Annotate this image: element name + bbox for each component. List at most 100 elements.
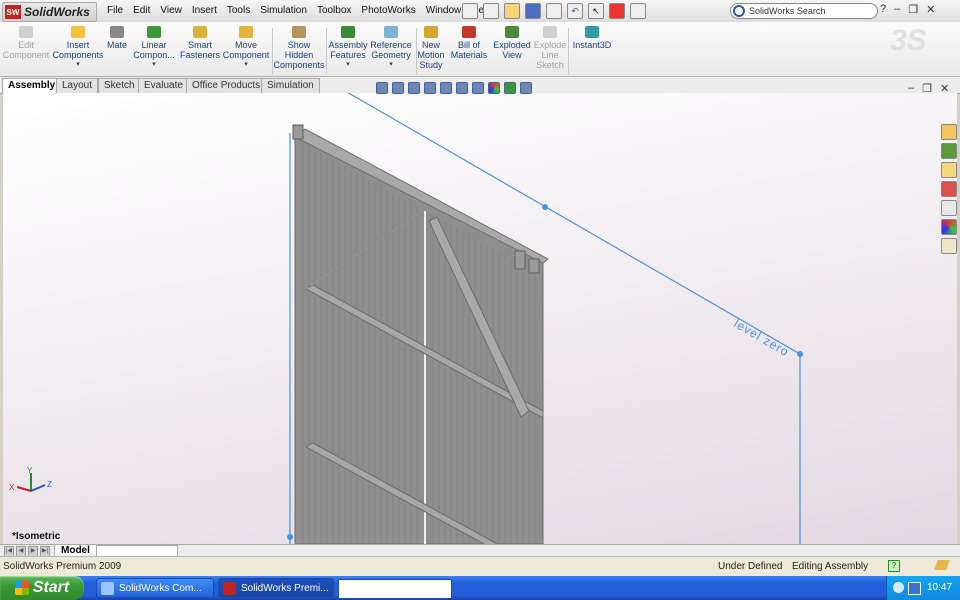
menu-view[interactable]: View (155, 4, 187, 17)
design-library-icon[interactable] (941, 143, 957, 159)
custom-properties-icon[interactable] (941, 238, 957, 254)
search-box[interactable]: SolidWorks Search (730, 3, 878, 19)
display-style-icon[interactable] (456, 82, 468, 94)
assembly-frame[interactable] (292, 124, 549, 544)
section-view-icon[interactable] (424, 82, 436, 94)
solidworks-logo[interactable]: SW SolidWorks (2, 2, 97, 22)
plane-handle[interactable] (797, 351, 803, 357)
tab-office-products[interactable]: Office Products (186, 78, 267, 93)
appearances-icon[interactable] (941, 219, 957, 235)
graphics-area[interactable]: level zero Y X Z *Isometric (3, 93, 957, 544)
assembly-features-icon (341, 26, 355, 38)
scene-icon[interactable] (504, 82, 516, 94)
previous-view-icon[interactable] (408, 82, 420, 94)
zoom-area-icon[interactable] (392, 82, 404, 94)
tab-layout[interactable]: Layout (56, 78, 99, 93)
insert-components-button[interactable]: Insert Components ▾ (52, 26, 104, 70)
save-icon[interactable] (525, 3, 541, 19)
chevron-down-icon: ▾ (346, 61, 350, 68)
instant3d-icon (585, 26, 599, 38)
search-results-icon[interactable] (941, 181, 957, 197)
rebuild-icon[interactable] (609, 3, 625, 19)
view-palette-icon[interactable] (941, 200, 957, 216)
start-button[interactable]: Start (0, 576, 84, 600)
instant3d-button[interactable]: Instant3D (572, 26, 612, 50)
tab-sketch[interactable]: Sketch (98, 78, 141, 93)
mate-button[interactable]: Mate (106, 26, 128, 50)
help-button[interactable]: ? (880, 3, 886, 16)
start-label: Start (32, 579, 70, 596)
chevron-down-icon: ▾ (152, 61, 156, 68)
hide-show-items-icon[interactable] (472, 82, 484, 94)
solidworks-icon (223, 582, 236, 595)
new-document-icon[interactable] (483, 3, 499, 19)
view-settings-icon[interactable] (520, 82, 532, 94)
select-arrow-icon[interactable]: ↖ (588, 3, 604, 19)
bill-of-materials-button[interactable]: Bill of Materials (450, 26, 488, 60)
menu-tools[interactable]: Tools (222, 4, 255, 17)
network-icon[interactable] (908, 582, 921, 595)
ie-icon (101, 582, 114, 595)
appearance-icon[interactable] (488, 82, 500, 94)
menu-edit[interactable]: Edit (128, 4, 155, 17)
viewport-window-controls: – ❐ ✕ (908, 82, 949, 95)
assembly-features-button[interactable]: Assembly Features ▾ (329, 26, 368, 70)
viewport-close-button[interactable]: ✕ (940, 82, 949, 95)
file-explorer-icon[interactable] (941, 162, 957, 178)
pin-icon[interactable] (462, 3, 478, 19)
smart-fasteners-icon (193, 26, 207, 38)
taskbar-item-redacted[interactable] (338, 579, 452, 599)
zoom-to-fit-icon[interactable] (376, 82, 388, 94)
explode-line-sketch-icon (543, 26, 557, 38)
menu-simulation[interactable]: Simulation (255, 4, 312, 17)
chevron-down-icon: ▾ (389, 61, 393, 68)
triad-y-label: Y (27, 466, 33, 475)
menu-toolbox[interactable]: Toolbox (312, 4, 356, 17)
menu-photoworks[interactable]: PhotoWorks (356, 4, 420, 17)
windows-taskbar: Start SolidWorks Com... SolidWorks Premi… (0, 576, 960, 600)
linear-pattern-button[interactable]: Linear Compon... ▾ (132, 26, 176, 70)
undo-icon[interactable]: ↶ (567, 3, 583, 19)
print-icon[interactable] (546, 3, 562, 19)
move-component-button[interactable]: Move Component ▾ (223, 26, 269, 70)
tab-evaluate[interactable]: Evaluate (138, 78, 189, 93)
options-icon[interactable] (630, 3, 646, 19)
taskbar-item-solidworks-premium[interactable]: SolidWorks Premi... (218, 578, 334, 598)
smart-fasteners-button[interactable]: Smart Fasteners (180, 26, 220, 60)
menu-insert[interactable]: Insert (187, 4, 222, 17)
pencil-icon[interactable] (934, 560, 950, 570)
mate-icon (110, 26, 124, 38)
view-orientation-icon[interactable] (440, 82, 452, 94)
home-icon[interactable] (941, 124, 957, 140)
plane-handle[interactable] (542, 204, 548, 210)
explode-line-sketch-button[interactable]: Explode Line Sketch (534, 26, 566, 70)
menu-window[interactable]: Window (421, 4, 467, 17)
view-orientation-label: *Isometric (12, 531, 61, 542)
taskbar-item-solidworks-community[interactable]: SolidWorks Com... (96, 578, 214, 598)
minimize-button[interactable]: – (894, 3, 900, 16)
show-hidden-icon (292, 26, 306, 38)
tab-simulation[interactable]: Simulation (261, 78, 320, 93)
window-controls: ? – ❐ ✕ (880, 3, 935, 16)
definition-status: Under Defined (718, 561, 783, 572)
exploded-view-button[interactable]: Exploded View (492, 26, 532, 60)
solidworks-badge-icon: SW (5, 5, 21, 19)
motion-study-icon (424, 26, 438, 38)
new-motion-study-button[interactable]: New Motion Study (418, 26, 445, 70)
tab-assembly[interactable]: Assembly (2, 78, 62, 93)
plane-handle[interactable] (287, 534, 293, 540)
bill-of-materials-icon (462, 26, 476, 38)
viewport-restore-button[interactable]: ❐ (922, 82, 932, 95)
reference-geometry-button[interactable]: Reference Geometry ▾ (370, 26, 412, 70)
close-button[interactable]: ✕ (926, 3, 935, 16)
menu-file[interactable]: File (102, 4, 128, 17)
restore-button[interactable]: ❐ (908, 3, 918, 16)
open-folder-icon[interactable] (504, 3, 520, 19)
edit-component-button[interactable]: Edit Component (3, 26, 49, 60)
tray-collapse-icon[interactable] (893, 582, 904, 593)
show-hidden-components-button[interactable]: Show Hidden Components (273, 26, 325, 70)
quick-tips-icon[interactable]: ? (888, 560, 900, 572)
status-bar: SolidWorks Premium 2009 Under Defined Ed… (0, 556, 960, 577)
model-scene: level zero Y X Z *Isometric (9, 93, 803, 544)
viewport-minimize-button[interactable]: – (908, 82, 914, 95)
